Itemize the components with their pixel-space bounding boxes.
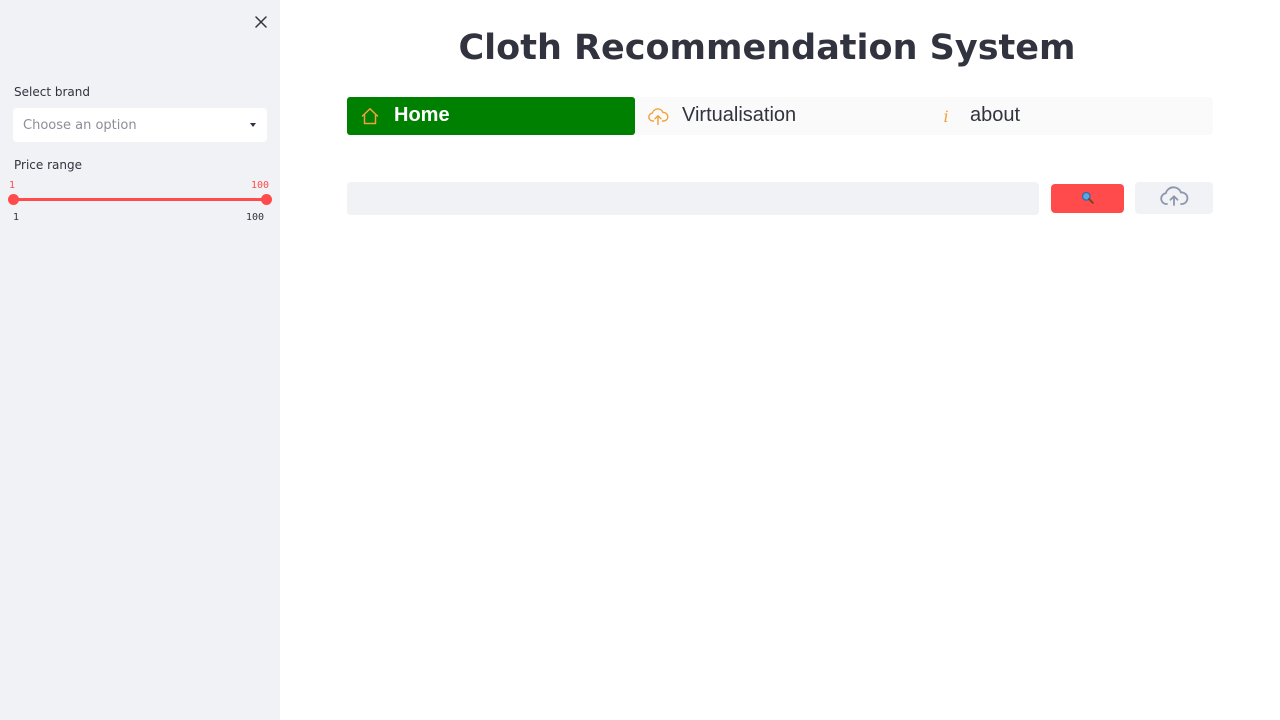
nav-item-about[interactable]: i about [923,97,1211,135]
nav-menu: Home Virtualisation i about [347,97,1213,135]
price-slider-min-handle[interactable] [8,194,19,205]
brand-label: Select brand [14,85,90,99]
cloud-upload-icon [647,105,669,127]
search-icon [1081,189,1094,208]
home-icon [359,105,381,127]
brand-select-placeholder: Choose an option [23,117,137,133]
search-input[interactable] [347,182,1039,215]
price-slider-max-handle[interactable] [261,194,272,205]
nav-label-virtualisation: Virtualisation [682,104,797,126]
price-min-value: 1 [9,180,16,191]
price-slider-track[interactable] [13,198,267,201]
sidebar: Select brand Choose an option Price rang… [0,0,280,720]
price-min-tick: 1 [13,212,20,223]
price-max-tick: 100 [246,212,265,223]
page-title: Cloth Recommendation System [458,28,1076,68]
cloud-upload-icon [1158,184,1190,212]
close-icon[interactable] [250,11,272,33]
nav-item-virtualisation[interactable]: Virtualisation [635,97,923,135]
upload-button[interactable] [1135,182,1213,214]
main-content: Cloth Recommendation System Home Virtual… [280,0,1280,720]
price-range-label: Price range [14,158,82,172]
brand-select[interactable]: Choose an option [13,108,267,142]
nav-label-home: Home [394,104,450,126]
nav-label-about: about [970,104,1021,126]
nav-item-home[interactable]: Home [347,97,635,135]
price-max-value: 100 [251,180,270,191]
info-icon: i [943,106,949,126]
chevron-down-icon [250,123,256,127]
search-button[interactable] [1051,184,1124,213]
